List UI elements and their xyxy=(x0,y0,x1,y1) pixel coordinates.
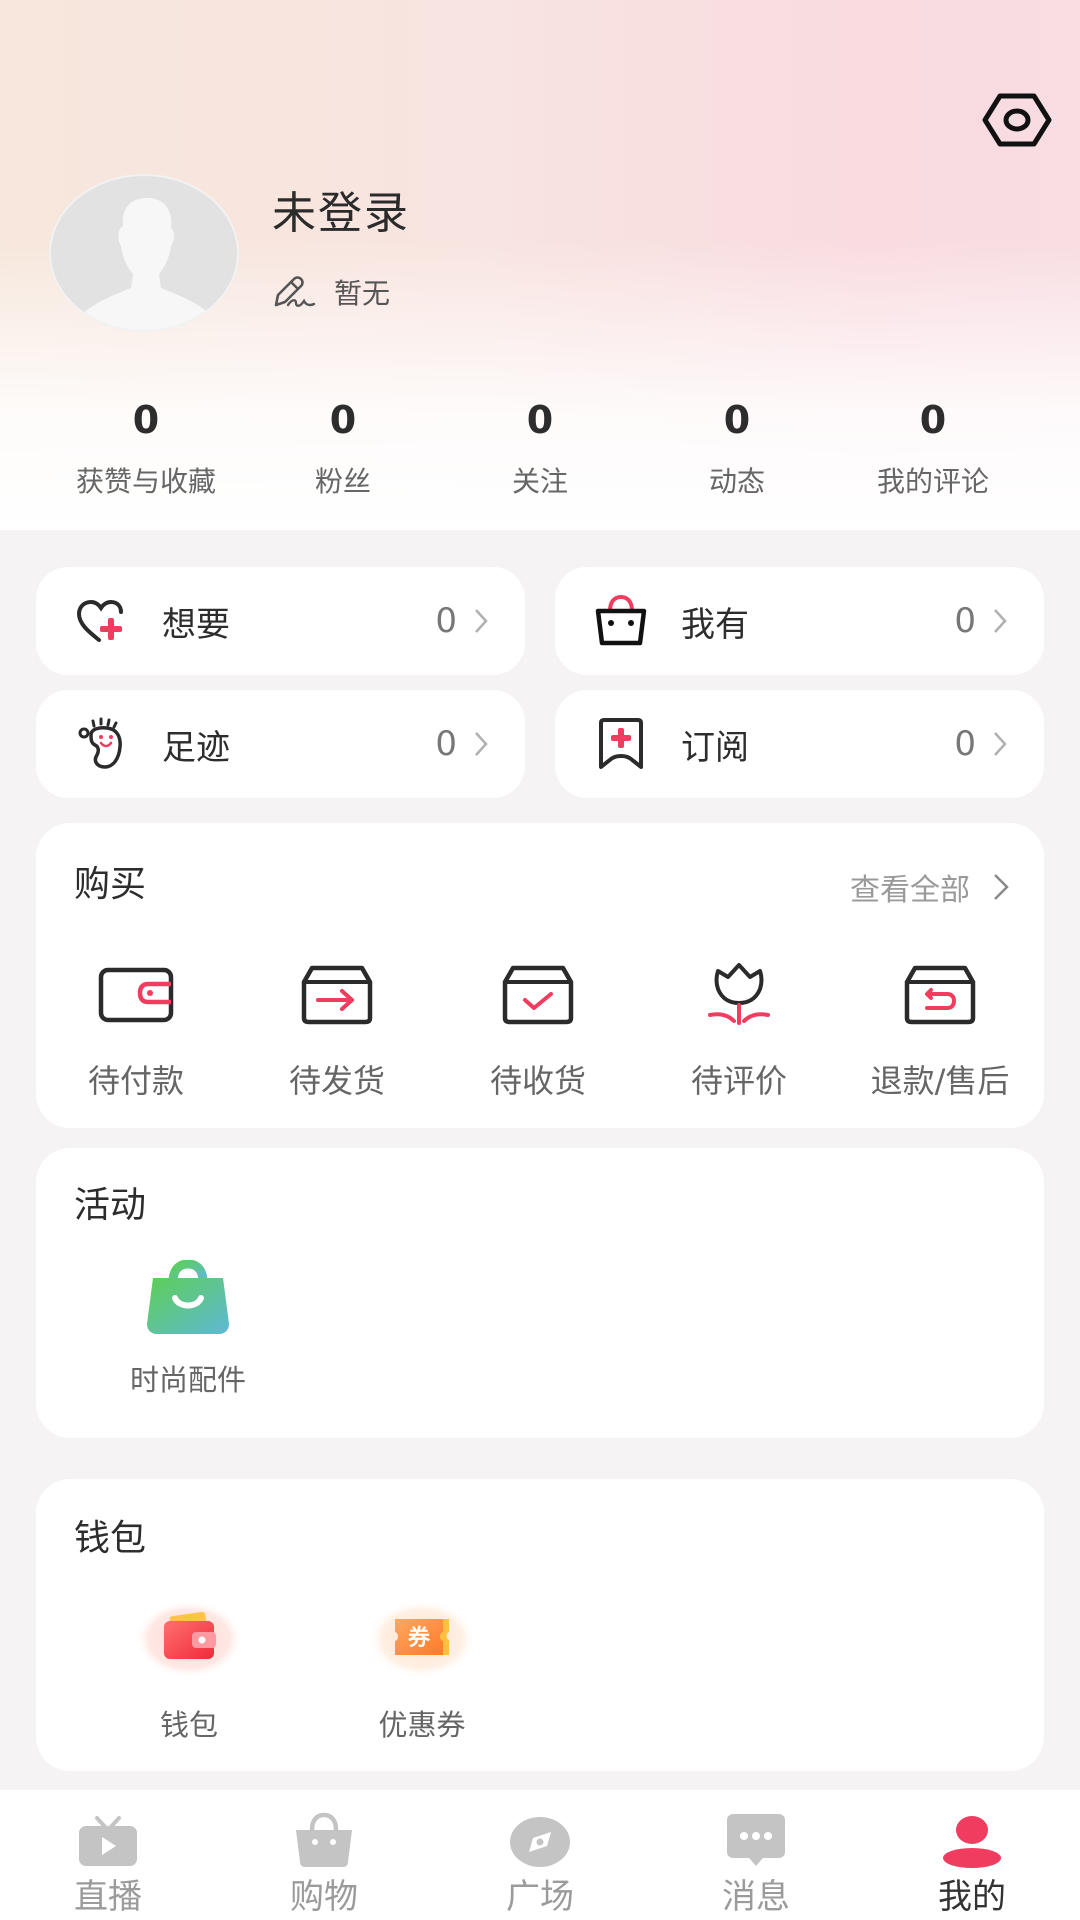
default-avatar-silhouette-icon xyxy=(81,198,211,330)
tab-square[interactable]: 广场 xyxy=(432,1790,648,1920)
purchase-card: 购买 查看全部 待付款 待发货 待收货 待评价 退款/售后 xyxy=(36,823,1044,1128)
tab-live[interactable]: 直播 xyxy=(0,1790,216,1920)
bag-icon xyxy=(595,594,647,646)
stat-value: 0 xyxy=(329,398,357,442)
order-label: 退款/售后 xyxy=(870,1062,1010,1100)
wallet-title: 钱包 xyxy=(74,1518,147,1559)
purchase-title: 购买 xyxy=(74,864,147,905)
wallet-item-label: 优惠券 xyxy=(378,1708,466,1742)
wallet-outline-icon xyxy=(98,967,174,1023)
box-return-icon xyxy=(904,965,976,1025)
compass-icon xyxy=(510,1817,570,1867)
order-pending-receipt[interactable]: 待收货 xyxy=(448,963,628,1101)
activity-fashion-accessories[interactable]: 时尚配件 xyxy=(98,1260,278,1398)
bio-text: 暂无 xyxy=(334,277,391,310)
stat-value: 0 xyxy=(526,398,554,442)
tab-label: 消息 xyxy=(722,1877,790,1917)
order-pending-shipment[interactable]: 待发货 xyxy=(247,963,427,1101)
chevron-right-icon xyxy=(994,732,1007,756)
stat-following[interactable]: 0 关注 xyxy=(442,398,638,500)
quick-link-count: 0 xyxy=(435,724,457,764)
view-all-label: 查看全部 xyxy=(850,873,970,908)
quick-link-label: 订阅 xyxy=(681,727,749,768)
footprint-icon xyxy=(78,717,122,769)
wallet-item-label: 钱包 xyxy=(159,1708,218,1742)
quick-link-count: 0 xyxy=(435,601,457,641)
tab-label: 直播 xyxy=(74,1877,142,1917)
quick-link-count: 0 xyxy=(954,724,976,764)
quick-link-label: 足迹 xyxy=(162,727,230,768)
tab-me[interactable]: 我的 xyxy=(864,1790,1080,1920)
settings-button[interactable] xyxy=(980,90,1054,150)
stat-fans[interactable]: 0 粉丝 xyxy=(245,398,441,500)
quick-link-subscribe[interactable]: 订阅 0 xyxy=(555,690,1044,798)
order-pending-review[interactable]: 待评价 xyxy=(649,963,829,1101)
quick-link-want[interactable]: 想要 0 xyxy=(36,567,525,675)
quick-link-own[interactable]: 我有 0 xyxy=(555,567,1044,675)
stat-my-comments[interactable]: 0 我的评论 xyxy=(835,398,1031,500)
order-label: 待付款 xyxy=(87,1062,184,1100)
red-wallet-icon xyxy=(135,1600,243,1678)
chevron-right-icon xyxy=(994,609,1007,633)
heart-plus-icon xyxy=(76,599,123,642)
quick-link-label: 我有 xyxy=(681,604,749,645)
stat-value: 0 xyxy=(919,398,947,442)
quick-link-count: 0 xyxy=(954,601,976,641)
quick-link-footprint[interactable]: 足迹 0 xyxy=(36,690,525,798)
box-check-icon xyxy=(502,965,574,1025)
wallet-card: 钱包 钱包 券 优惠券 xyxy=(36,1479,1044,1771)
bookmark-plus-icon xyxy=(599,718,643,769)
activity-card: 活动 时尚配件 xyxy=(36,1148,1044,1438)
stat-label: 关注 xyxy=(511,465,568,498)
box-arrow-icon xyxy=(301,965,373,1025)
stat-label: 我的评论 xyxy=(876,465,989,498)
tulip-icon xyxy=(708,963,770,1025)
order-label: 待评价 xyxy=(690,1062,787,1100)
stat-label: 获赞与收藏 xyxy=(75,465,216,498)
avatar[interactable] xyxy=(49,174,239,332)
chevron-right-icon xyxy=(994,874,1009,900)
tab-label: 购物 xyxy=(290,1877,358,1917)
tab-messages[interactable]: 消息 xyxy=(648,1790,864,1920)
tab-label: 广场 xyxy=(506,1877,574,1917)
stat-value: 0 xyxy=(132,398,160,442)
wallet-item-coupon[interactable]: 券 优惠券 xyxy=(332,1599,512,1743)
chat-bubble-icon xyxy=(727,1814,785,1866)
chevron-right-icon xyxy=(475,732,488,756)
pencil-icon xyxy=(274,276,316,307)
chevron-right-icon xyxy=(475,609,488,633)
settings-hexagon-icon xyxy=(982,93,1052,147)
stat-likes-favorites[interactable]: 0 获赞与收藏 xyxy=(48,398,244,500)
username[interactable]: 未登录 xyxy=(272,186,410,242)
order-label: 待发货 xyxy=(288,1062,385,1100)
stat-posts[interactable]: 0 动态 xyxy=(639,398,835,500)
activity-label: 时尚配件 xyxy=(129,1363,246,1397)
bottom-tab-bar: 直播 购物 广场 消息 我的 xyxy=(0,1790,1080,1920)
stat-label: 粉丝 xyxy=(314,465,371,498)
person-icon xyxy=(943,1816,1001,1868)
stat-value: 0 xyxy=(723,398,751,442)
coupon-icon-text: 券 xyxy=(407,1625,431,1651)
bio-row[interactable]: 暂无 xyxy=(272,272,390,312)
coupon-ticket-icon: 券 xyxy=(368,1600,476,1678)
order-label: 待收货 xyxy=(489,1062,586,1100)
tab-label: 我的 xyxy=(938,1877,1006,1917)
quick-link-label: 想要 xyxy=(162,604,230,645)
green-shopping-bag-icon xyxy=(147,1260,229,1334)
stat-label: 动态 xyxy=(708,465,765,498)
activity-title: 活动 xyxy=(74,1185,147,1226)
wallet-item-wallet[interactable]: 钱包 xyxy=(99,1599,279,1743)
order-refund-aftersale[interactable]: 退款/售后 xyxy=(850,963,1030,1101)
order-pending-payment[interactable]: 待付款 xyxy=(46,963,226,1101)
shopping-bag-icon xyxy=(296,1812,352,1867)
tv-play-icon xyxy=(79,1816,137,1866)
view-all-orders-link[interactable]: 查看全部 xyxy=(850,865,1010,909)
tab-shopping[interactable]: 购物 xyxy=(216,1790,432,1920)
